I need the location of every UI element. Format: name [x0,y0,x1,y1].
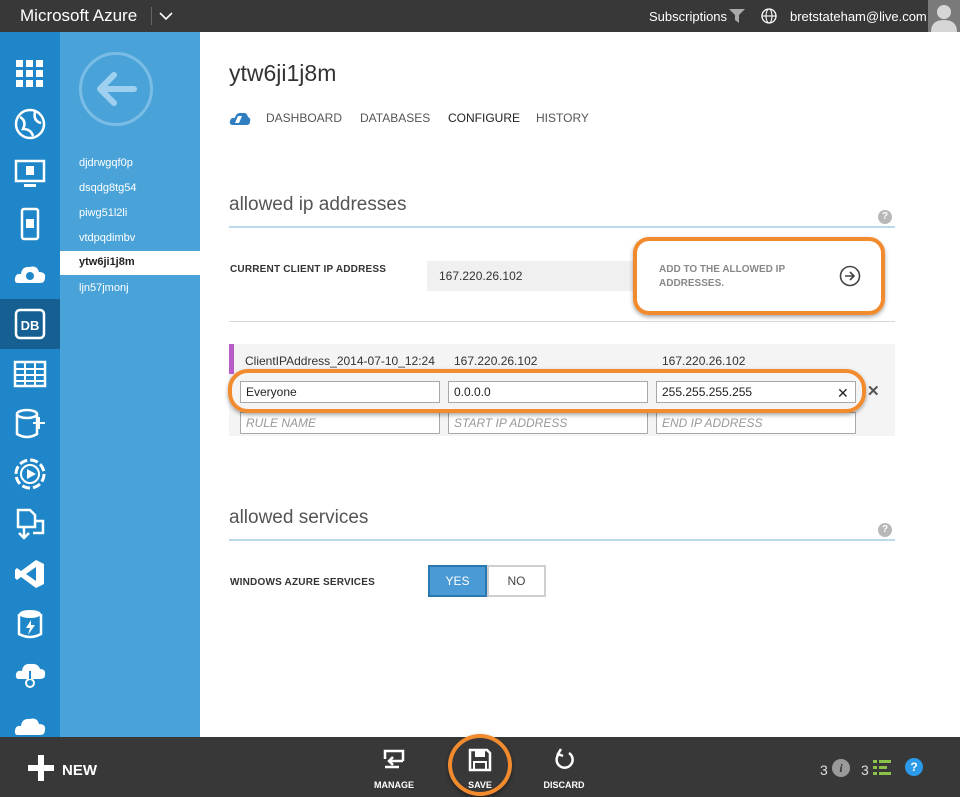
networks-icon [15,663,46,688]
sidebar-item-dsqdg8tg54[interactable]: dsqdg8tg54 [60,177,200,201]
help-icon[interactable]: ? [878,210,892,224]
tab-dashboard[interactable]: DASHBOARD [266,111,342,125]
section-divider [229,539,895,541]
sidebar-item-ljn57jmonj[interactable]: ljn57jmonj [60,277,200,301]
sidebar-item-ytw6ji1j8m[interactable]: ytw6ji1j8m [60,251,200,275]
tab-history[interactable]: HISTORY [536,111,589,125]
database-server-list: djdrwgqf0p dsqdg8tg54 piwg51l2li vtdpqdi… [60,32,200,737]
nav-visual-studio[interactable] [0,549,60,599]
section-divider [229,226,895,228]
brand-title[interactable]: Microsoft Azure [20,6,137,26]
command-bar: NEW MANAGE SAVE DISCARD 3 i 3 ? [0,734,960,797]
rule-name-cell[interactable]: ClientIPAddress_2014-07-10_12:24 [245,354,441,368]
filter-icon[interactable] [729,9,745,23]
nav-virtual-machines[interactable] [0,149,60,199]
sidebar-item-djdrwgqf0p[interactable]: djdrwgqf0p [60,152,200,176]
web-sites-icon [14,108,46,140]
chevron-down-icon[interactable] [158,8,174,24]
service-nav-rail: DB [0,32,60,737]
add-to-allowed-ip-label: ADD TO THE ALLOWED IP ADDRESSES. [659,264,785,289]
new-rule-name-input[interactable]: RULE NAME [240,412,440,434]
progress-count: 3 [861,762,869,778]
nav-hdinsight[interactable] [0,399,60,449]
avatar[interactable] [928,0,960,32]
virtual-machines-icon [14,159,46,187]
current-client-ip-label: CURRENT CLIENT IP ADDRESS [230,264,387,275]
sidebar-item-vtdpqdimbv[interactable]: vtdpqdimbv [60,227,200,251]
new-end-ip-input[interactable]: END IP ADDRESS [656,412,856,434]
help-icon[interactable]: ? [878,523,892,537]
all-items-grid-icon [16,60,43,87]
cache-icon [17,610,43,639]
cloud-icon [14,718,46,735]
row-selection-marker [229,344,234,374]
top-bar: Microsoft Azure Subscriptions bretstateh… [0,0,960,32]
new-button[interactable]: NEW [62,762,97,779]
sql-databases-icon: DB [14,308,46,340]
save-highlight [448,734,512,796]
page-title: ytw6ji1j8m [229,60,337,86]
back-button[interactable] [79,52,153,126]
user-silhouette-icon [931,5,957,32]
azure-services-yes-toggle[interactable]: YES [428,565,487,597]
add-to-allowed-ip-button[interactable]: ADD TO THE ALLOWED IP ADDRESSES. [633,237,885,315]
nav-sql-databases[interactable]: DB [0,299,60,349]
manage-button[interactable]: MANAGE [364,743,424,793]
discard-icon [555,748,574,769]
nav-networks[interactable] [0,649,60,699]
rail-db-label: DB [21,318,40,333]
nav-web-sites[interactable] [0,99,60,149]
nav-service-bus[interactable] [0,499,60,549]
discard-button[interactable]: DISCARD [534,743,594,793]
nav-cloud[interactable] [0,699,60,737]
azure-services-no-toggle[interactable]: NO [487,565,546,597]
nav-cloud-services[interactable] [0,249,60,299]
divider [229,321,895,322]
subscriptions-link[interactable]: Subscriptions [649,9,727,24]
nav-mobile-services[interactable] [0,199,60,249]
mobile-services-icon [20,207,40,241]
rule-start-ip-cell[interactable]: 167.220.26.102 [454,354,537,368]
nav-all-items[interactable] [0,49,60,99]
discard-label: DISCARD [543,780,585,790]
info-icon[interactable]: i [832,759,850,777]
nav-storage[interactable] [0,349,60,399]
media-services-icon [14,458,46,490]
user-email[interactable]: bretstateham@live.com [790,9,927,24]
manage-icon [383,749,405,769]
plus-icon[interactable] [28,755,54,781]
current-client-ip-value: 167.220.26.102 [427,261,635,291]
globe-icon[interactable] [761,8,777,24]
visual-studio-icon [15,560,44,588]
progress-list-icon[interactable] [873,759,891,777]
nav-cache[interactable] [0,599,60,649]
manage-label: MANAGE [374,780,414,790]
allowed-services-heading: allowed services [229,507,369,528]
nav-media-services[interactable] [0,449,60,499]
allowed-ip-heading: allowed ip addresses [229,194,407,215]
new-start-ip-input[interactable]: START IP ADDRESS [448,412,648,434]
storage-table-icon [13,360,47,388]
brand-separator [151,7,152,25]
arrow-right-circle-icon [839,265,861,287]
tab-databases[interactable]: DATABASES [360,111,430,125]
windows-azure-services-label: WINDOWS AZURE SERVICES [230,577,375,588]
tab-configure[interactable]: CONFIGURE [448,111,520,125]
service-bus-icon [16,508,45,540]
cloud-services-icon [14,266,46,283]
arrow-left-icon [97,72,137,106]
rule-end-ip-cell[interactable]: 167.220.26.102 [662,354,745,368]
help-icon[interactable]: ? [905,758,923,776]
info-count: 3 [820,762,828,778]
delete-rule-icon[interactable]: ✕ [867,382,880,400]
sql-server-cloud-icon [229,112,251,125]
hdinsight-icon [15,408,45,439]
sidebar-item-piwg51l2li[interactable]: piwg51l2li [60,202,200,226]
edit-rule-highlight [228,369,866,413]
